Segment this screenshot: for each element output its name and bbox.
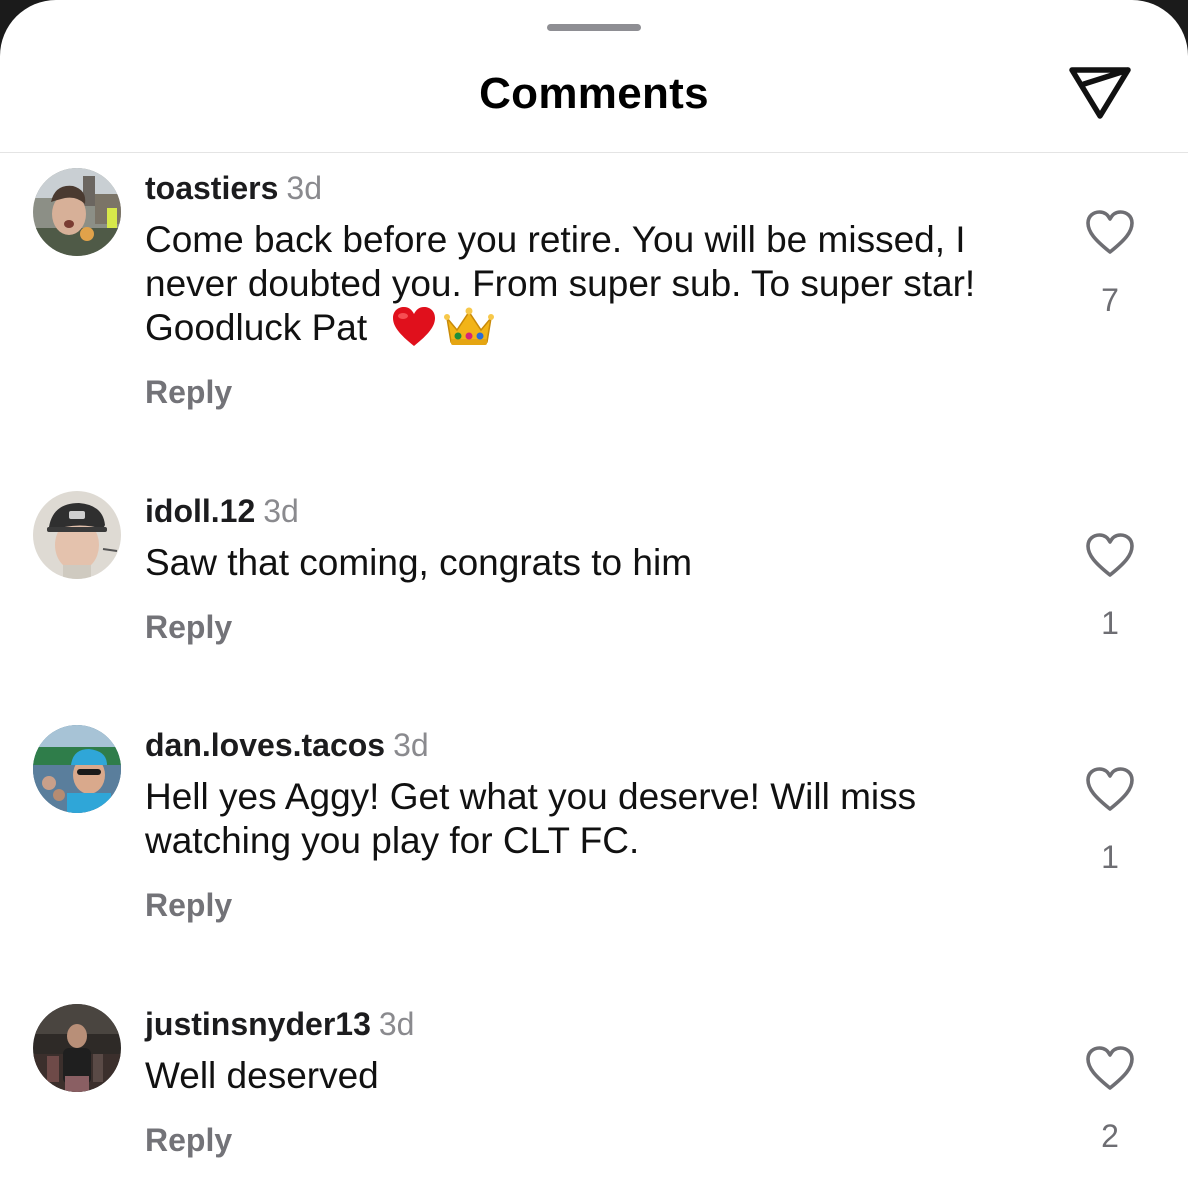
- username[interactable]: idoll.12: [145, 493, 255, 529]
- comment-text-content: Come back before you retire. You will be…: [145, 219, 976, 348]
- like-count: 1: [1101, 839, 1119, 875]
- comment-meta: idoll.12 3d: [145, 491, 299, 531]
- username[interactable]: justinsnyder13: [145, 1006, 371, 1042]
- comment-meta: justinsnyder13 3d: [145, 1004, 414, 1044]
- comments-sheet: Comments toastiers 3d Come back before y…: [0, 0, 1188, 1200]
- avatar[interactable]: [33, 1004, 121, 1092]
- red-heart-icon: [391, 306, 437, 358]
- timestamp: 3d: [286, 170, 322, 206]
- heart-icon[interactable]: [1085, 1046, 1135, 1092]
- avatar[interactable]: [33, 725, 121, 813]
- heart-icon[interactable]: [1085, 767, 1135, 813]
- comment-text: Saw that coming, congrats to him: [145, 542, 693, 583]
- crown-icon: [443, 306, 495, 358]
- heart-icon[interactable]: [1085, 210, 1135, 256]
- comment-text: Well deserved: [145, 1055, 379, 1096]
- timestamp: 3d: [378, 1006, 415, 1042]
- username[interactable]: toastiers: [145, 170, 278, 206]
- reply-button[interactable]: Reply: [145, 885, 232, 925]
- username[interactable]: dan.loves.tacos: [145, 727, 385, 763]
- like-count: 7: [1101, 282, 1119, 318]
- heart-icon[interactable]: [1085, 533, 1135, 579]
- timestamp: 3d: [263, 493, 299, 529]
- avatar[interactable]: [33, 168, 121, 256]
- drag-handle[interactable]: [547, 24, 641, 31]
- comment-meta: toastiers 3d: [145, 168, 322, 208]
- comment-text: Come back before you retire. You will be…: [145, 218, 1055, 358]
- timestamp: 3d: [393, 727, 429, 763]
- header-divider: [0, 152, 1188, 153]
- comment-text: Hell yes Aggy! Get what you deserve! Wil…: [145, 776, 917, 861]
- avatar[interactable]: [33, 491, 121, 579]
- paper-plane-icon[interactable]: [1066, 62, 1134, 122]
- comment-meta: dan.loves.tacos 3d: [145, 725, 429, 765]
- reply-button[interactable]: Reply: [145, 1120, 232, 1160]
- like-count: 1: [1101, 605, 1119, 641]
- reply-button[interactable]: Reply: [145, 607, 232, 647]
- like-count: 2: [1101, 1118, 1119, 1154]
- reply-button[interactable]: Reply: [145, 372, 232, 412]
- sheet-title: Comments: [479, 69, 709, 118]
